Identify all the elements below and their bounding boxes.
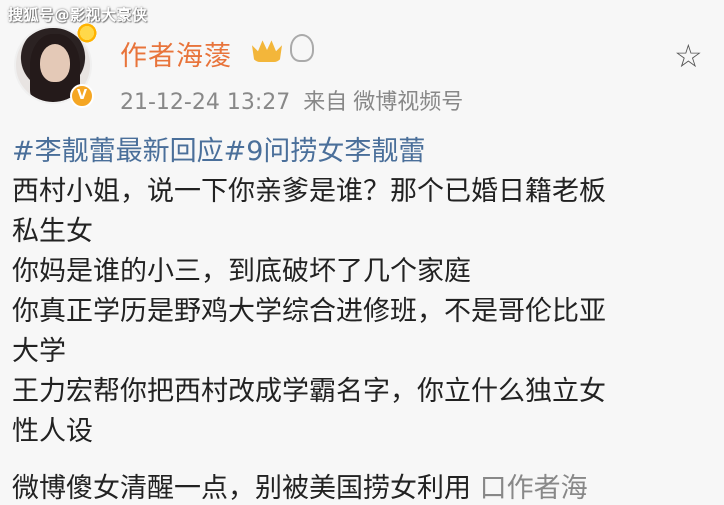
- verified-badge-icon: V: [70, 84, 94, 108]
- source-link[interactable]: 微博视频号: [353, 90, 463, 115]
- favorite-star-icon[interactable]: ☆: [674, 40, 703, 72]
- post-meta: 21-12-24 13:27 来自 微博视频号: [120, 84, 469, 116]
- post-last-line: 微博傻女清醒一点，别被美国捞女利用: [12, 473, 471, 504]
- avatar[interactable]: V: [14, 22, 98, 108]
- sun-icon: [76, 22, 98, 44]
- level-icon: [290, 34, 314, 62]
- username[interactable]: 作者海蔆: [120, 34, 232, 73]
- post-line-truncated: 微博傻女清醒一点，别被美国捞女利用 口作者海: [12, 466, 588, 505]
- post-line: 西村小姐，说一下你亲爹是谁？那个已婚日籍老板: [12, 176, 606, 207]
- post-line: 你妈是谁的小三，到底破坏了几个家庭: [12, 256, 471, 287]
- post-line: 你真正学历是野鸡大学综合进修班，不是哥伦比亚: [12, 296, 606, 327]
- post-line: 私生女: [12, 216, 93, 247]
- crown-icon: [252, 40, 282, 62]
- post-line: 性人设: [12, 416, 93, 447]
- hashtag-link[interactable]: #李靓蕾最新回应#9问捞女李靓蕾: [12, 132, 712, 172]
- post-line: 王力宏帮你把西村改成学霸名字，你立什么独立女: [12, 376, 606, 407]
- post-last-line-tail: 口作者海: [479, 473, 588, 504]
- post-line: 大学: [12, 336, 66, 367]
- post-body: #李靓蕾最新回应#9问捞女李靓蕾 西村小姐，说一下你亲爹是谁？那个已婚日籍老板 …: [12, 132, 712, 452]
- watermark: 搜狐号@影视大豪侠: [8, 6, 148, 24]
- source-prefix: 来自: [303, 90, 348, 115]
- post-timestamp: 21-12-24 13:27: [120, 90, 291, 115]
